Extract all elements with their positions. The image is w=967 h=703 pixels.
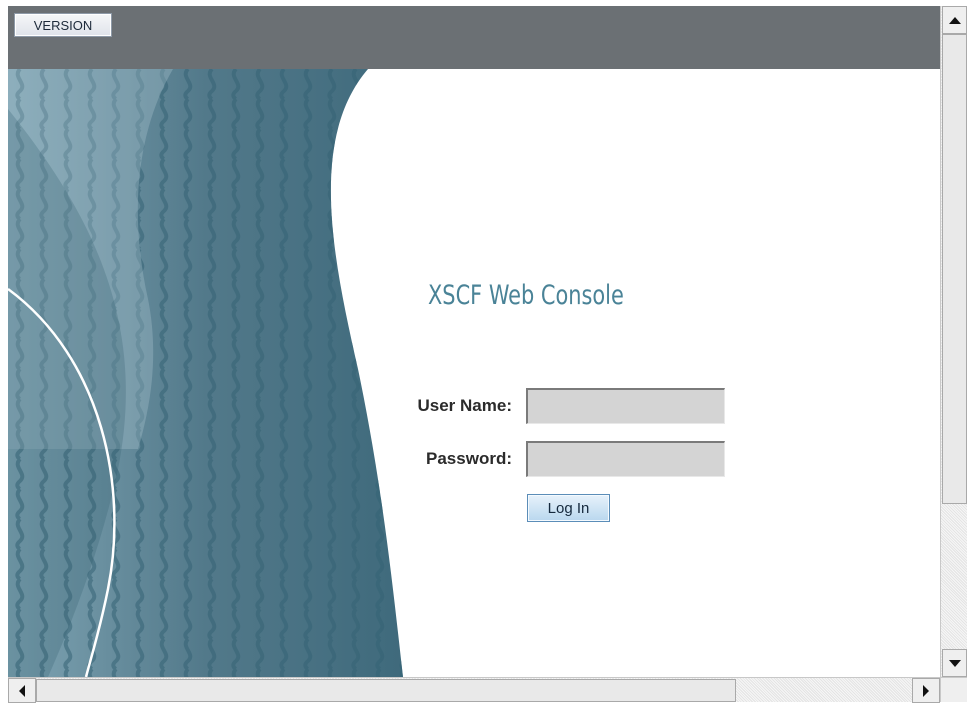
login-page: XSCF Web Console User Name: Password: Lo… — [8, 69, 940, 677]
page-title: XSCF Web Console — [428, 280, 624, 311]
scroll-down-button[interactable] — [942, 649, 967, 677]
scroll-right-button[interactable] — [912, 678, 940, 703]
triangle-down-icon — [948, 659, 961, 667]
password-label: Password: — [426, 449, 512, 468]
vertical-scrollbar[interactable] — [940, 6, 967, 677]
version-button[interactable]: VERSION — [14, 13, 112, 37]
triangle-up-icon — [948, 16, 961, 24]
vertical-scroll-thumb[interactable] — [942, 34, 967, 504]
triangle-right-icon — [923, 684, 929, 697]
triangle-left-icon — [19, 684, 25, 697]
password-field[interactable] — [526, 441, 725, 477]
scrollbar-corner — [940, 677, 967, 702]
top-bar: VERSION — [8, 6, 940, 69]
horizontal-scrollbar[interactable] — [8, 677, 940, 703]
wave-background-graphic — [8, 69, 403, 677]
left-edge — [0, 0, 8, 702]
username-label: User Name: — [417, 396, 513, 415]
horizontal-scroll-thumb[interactable] — [36, 679, 736, 702]
scroll-up-button[interactable] — [942, 6, 967, 34]
browser-viewport: VERSION XSCF Web Console User Name: Pass… — [0, 0, 967, 703]
scroll-left-button[interactable] — [8, 678, 36, 703]
login-button[interactable]: Log In — [527, 494, 610, 522]
username-field[interactable] — [526, 388, 725, 424]
